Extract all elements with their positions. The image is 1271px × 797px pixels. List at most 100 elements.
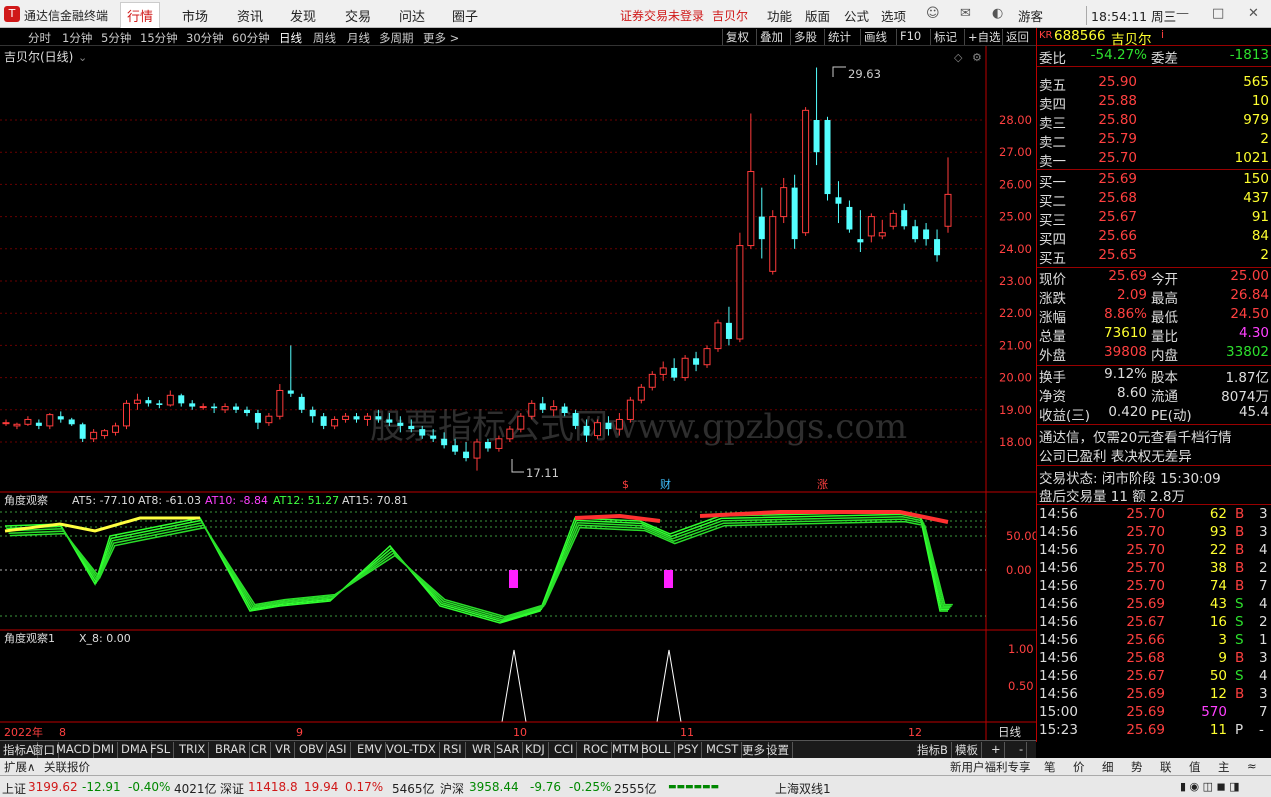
menu-jiaoyi[interactable]: 交易 — [345, 6, 371, 25]
menu-gongneng[interactable]: 功能 — [767, 6, 792, 25]
sell-level-row[interactable]: 卖一 25.70 1021 — [1037, 150, 1271, 170]
indicator-tab[interactable]: PSY — [674, 742, 703, 758]
sell-level-row[interactable]: 卖三 25.80 979 — [1037, 112, 1271, 132]
period-60min[interactable]: 60分钟 — [232, 30, 270, 46]
tick-row[interactable]: 14:56 25.70 93 B 3 — [1037, 524, 1271, 543]
maximize-icon[interactable]: □ — [1212, 6, 1224, 21]
indicator-tab-right[interactable]: - — [1016, 742, 1028, 758]
marker-dollar[interactable]: $ — [622, 478, 629, 491]
tick-row[interactable]: 14:56 25.66 3 S 1 — [1037, 632, 1271, 651]
period-more[interactable]: 更多 > — [423, 30, 459, 46]
tick-row[interactable]: 14:56 25.70 38 B 2 — [1037, 560, 1271, 579]
indicator-tab[interactable]: BRAR — [212, 742, 251, 758]
btn-back[interactable]: 返回 — [1002, 29, 1032, 45]
period-daily[interactable]: 日线 — [279, 30, 302, 46]
marker-finance[interactable]: 财 — [660, 477, 671, 491]
btn-f10[interactable]: F10 — [896, 29, 924, 45]
stat2-row[interactable]: 净资 8.60 流通 8074万 — [1037, 385, 1271, 405]
diamond-icon[interactable]: ◇ — [954, 51, 963, 64]
stat2-row[interactable]: 收益(三) 0.420 PE(动) 45.4 — [1037, 404, 1271, 424]
menu-banmian[interactable]: 版面 — [805, 6, 830, 25]
sell-level-row[interactable]: 卖五 25.90 565 — [1037, 74, 1271, 94]
period-fenshi[interactable]: 分时 — [28, 30, 51, 46]
tick-row[interactable]: 14:56 25.67 16 S 2 — [1037, 614, 1271, 633]
kline-chart[interactable]: 股票指标公式网www.gpzbgs.com 28.00 27.00 26.00 25.… — [0, 46, 1036, 742]
indicator-tab[interactable]: CR — [248, 742, 272, 758]
btn-duogu[interactable]: 多股 — [790, 29, 820, 45]
tick-row[interactable]: 14:56 25.68 9 B 3 — [1037, 650, 1271, 669]
indicator-tab[interactable]: VR — [272, 742, 295, 758]
indicator-tab[interactable]: FSL — [147, 742, 175, 758]
buy-level-row[interactable]: 买三 25.67 91 — [1037, 209, 1271, 229]
period-multi[interactable]: 多周期 — [379, 30, 414, 46]
close-icon[interactable]: ✕ — [1248, 6, 1259, 21]
sell-level-row[interactable]: 卖二 25.79 2 — [1037, 131, 1271, 151]
tick-row[interactable]: 15:00 25.69 570 7 — [1037, 704, 1271, 723]
quote-tab[interactable]: 联 — [1160, 759, 1172, 775]
period-weekly[interactable]: 周线 — [313, 30, 336, 46]
tick-row[interactable]: 14:56 25.67 50 S 4 — [1037, 668, 1271, 687]
indicator-tab[interactable]: OBV — [296, 742, 328, 758]
quote-tab[interactable]: 细 — [1102, 759, 1114, 775]
indicator-tab[interactable]: 设置 — [763, 742, 793, 758]
indicator-tab-right[interactable]: 模板 — [952, 742, 982, 758]
menu-faxian[interactable]: 发现 — [290, 6, 316, 25]
menu-zixun[interactable]: 资讯 — [237, 6, 263, 25]
mail-icon[interactable]: ✉ — [960, 6, 971, 21]
user-icon[interactable]: ☺ — [926, 6, 940, 21]
stat-row[interactable]: 现价 25.69 今开 25.00 — [1037, 268, 1271, 288]
indicator-tab[interactable]: VOL-TDX — [383, 742, 440, 758]
indicator-tab[interactable]: RSI — [440, 742, 466, 758]
tick-row[interactable]: 14:56 25.69 12 B 3 — [1037, 686, 1271, 705]
quote-tab[interactable]: 笔 — [1044, 759, 1056, 775]
status-icons[interactable]: ▮ ◉ ◫ ◼ ◨ — [1180, 780, 1240, 793]
tick-row[interactable]: 14:56 25.69 43 S 4 — [1037, 596, 1271, 615]
quote-tab[interactable]: ≈ — [1247, 759, 1257, 773]
indicator-tab[interactable]: ASI — [325, 742, 351, 758]
tick-row[interactable]: 14:56 25.70 74 B 7 — [1037, 578, 1271, 597]
quote-tab[interactable]: 主 — [1218, 759, 1230, 775]
indicator-tab[interactable]: WR — [469, 742, 496, 758]
ind1-name[interactable]: 角度观察 — [4, 493, 48, 507]
marker-limit-up[interactable]: 涨 — [817, 478, 828, 491]
indicator-tab[interactable]: BOLL — [638, 742, 675, 758]
period-5min[interactable]: 5分钟 — [101, 30, 131, 46]
stat2-row[interactable]: 换手 9.12% 股本 1.87亿 — [1037, 366, 1271, 386]
indicator-tab[interactable]: TRIX — [176, 742, 210, 758]
period-1min[interactable]: 1分钟 — [62, 30, 92, 46]
buy-level-row[interactable]: 买四 25.66 84 — [1037, 228, 1271, 248]
buy-level-row[interactable]: 买二 25.68 437 — [1037, 190, 1271, 210]
indicator-tab[interactable]: MCST — [703, 742, 743, 758]
stat-row[interactable]: 外盘 39808 内盘 33802 — [1037, 344, 1271, 364]
new-user-promo[interactable]: 新用户福利专享 — [950, 759, 1031, 775]
indicator-tab[interactable]: DMI — [89, 742, 119, 758]
indicator-tab[interactable]: KDJ — [522, 742, 549, 758]
weibi-row[interactable]: 委比 -54.27% 委差 -1813 — [1037, 47, 1271, 67]
indicator-tab[interactable]: EMV — [354, 742, 387, 758]
expand-tab[interactable]: 扩展∧ — [4, 759, 35, 775]
notice-row[interactable]: 通达信，仅需20元查看千档行情 — [1037, 426, 1271, 446]
menu-quanzi[interactable]: 圈子 — [452, 6, 478, 25]
btn-huaxian[interactable]: 画线 — [860, 29, 890, 45]
btn-biaoji[interactable]: 标记 — [930, 29, 960, 45]
indicator-tab-right[interactable]: 指标B — [914, 742, 952, 758]
minimize-icon[interactable]: — — [1176, 6, 1189, 21]
settings-gear-icon[interactable]: ⚙ — [972, 51, 982, 64]
buy-level-row[interactable]: 买五 25.65 2 — [1037, 247, 1271, 267]
info-icon[interactable]: i — [1161, 28, 1164, 41]
menu-gongshi[interactable]: 公式 — [844, 6, 869, 25]
quote-tab[interactable]: 价 — [1073, 759, 1085, 775]
btn-diejia[interactable]: 叠加 — [756, 29, 786, 45]
period-15min[interactable]: 15分钟 — [140, 30, 178, 46]
sz-label[interactable]: 深证 — [220, 780, 244, 797]
tick-row[interactable]: 15:23 25.69 11 P - — [1037, 722, 1271, 741]
indicator-tab[interactable]: CCI — [551, 742, 578, 758]
btn-tongji[interactable]: 统计 — [824, 29, 854, 45]
menu-shichang[interactable]: 市场 — [182, 6, 208, 25]
indicator-tab[interactable]: SAR — [493, 742, 524, 758]
login-status[interactable]: 证券交易未登录 — [620, 7, 704, 24]
stat-row[interactable]: 涨跌 2.09 最高 26.84 — [1037, 287, 1271, 307]
related-quote-tab[interactable]: 关联报价 — [44, 759, 90, 775]
stat-row[interactable]: 涨幅 8.86% 最低 24.50 — [1037, 306, 1271, 326]
market-line-label[interactable]: 上海双线1 — [775, 780, 831, 797]
